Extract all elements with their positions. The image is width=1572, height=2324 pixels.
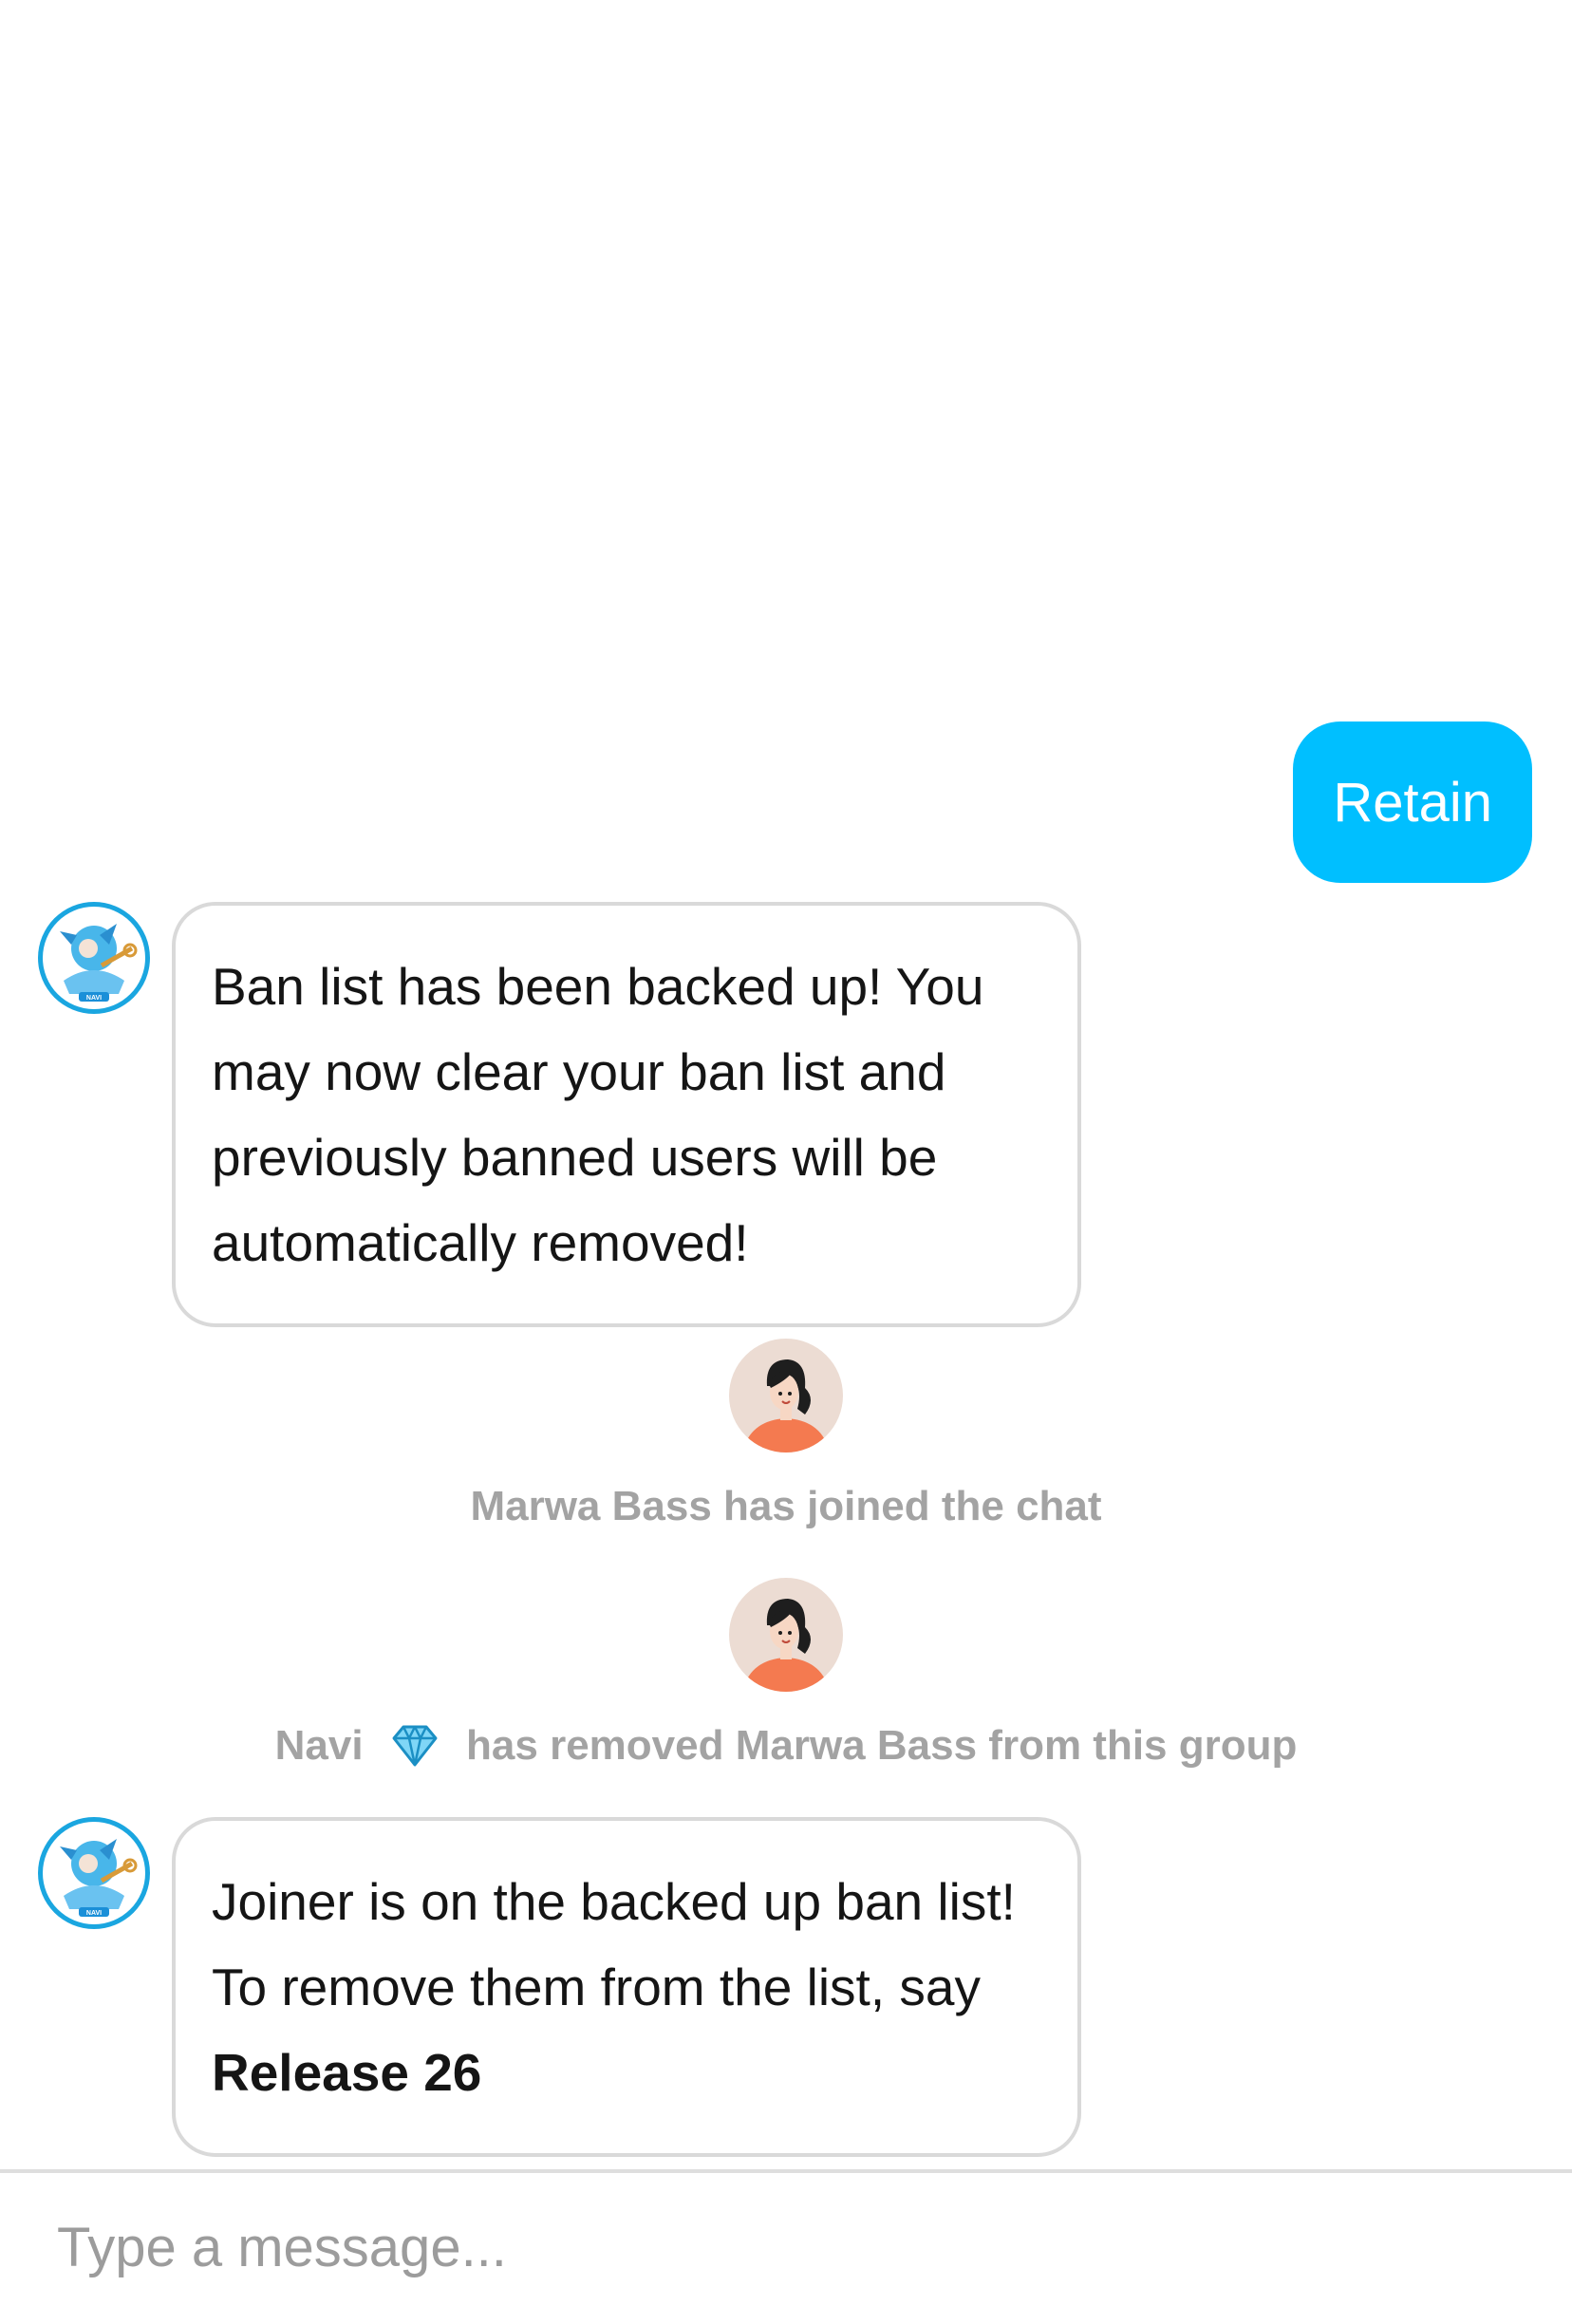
bot-message-text: Joiner is on the backed up ban list! To … <box>212 1859 1039 2115</box>
bot-avatar-image: NAVI <box>43 907 145 1009</box>
user-avatar-image <box>742 1599 830 1692</box>
bot-avatar[interactable]: NAVI <box>38 1817 150 1929</box>
user-avatar[interactable] <box>729 1339 843 1452</box>
bot-message-bubble[interactable]: Joiner is on the backed up ban list! To … <box>172 1817 1081 2157</box>
removal-text: has removed Marwa Bass from this group <box>466 1722 1298 1769</box>
diamond-icon <box>390 1723 440 1784</box>
sent-message-text: Retain <box>1333 771 1492 834</box>
removal-actor: Navi <box>274 1722 364 1769</box>
release-command: Release 26 <box>212 2043 482 2102</box>
bot-message-bubble[interactable]: Ban list has been backed up! You may now… <box>172 902 1081 1327</box>
chat-messages[interactable]: Retain NAVI Ban list has been backed up!… <box>0 0 1572 2169</box>
sent-message-bubble[interactable]: Retain <box>1293 722 1532 883</box>
join-notice: Marwa Bass has joined the chat <box>470 1483 1102 1529</box>
bot-message-body: Joiner is on the backed up ban list! To … <box>212 1872 1016 2016</box>
message-input[interactable] <box>57 2200 1519 2295</box>
bot-avatar[interactable]: NAVI <box>38 902 150 1014</box>
bot-avatar-label: NAVI <box>86 1910 102 1917</box>
message-composer <box>0 2169 1572 2324</box>
user-avatar-image <box>742 1359 830 1452</box>
user-avatar[interactable] <box>729 1578 843 1692</box>
bot-avatar-image: NAVI <box>43 1822 145 1924</box>
bot-avatar-label: NAVI <box>86 995 102 1002</box>
removal-notice: Navi has removed Marwa Bass from this gr… <box>0 1717 1572 1784</box>
bot-message-text: Ban list has been backed up! You may now… <box>212 957 984 1272</box>
